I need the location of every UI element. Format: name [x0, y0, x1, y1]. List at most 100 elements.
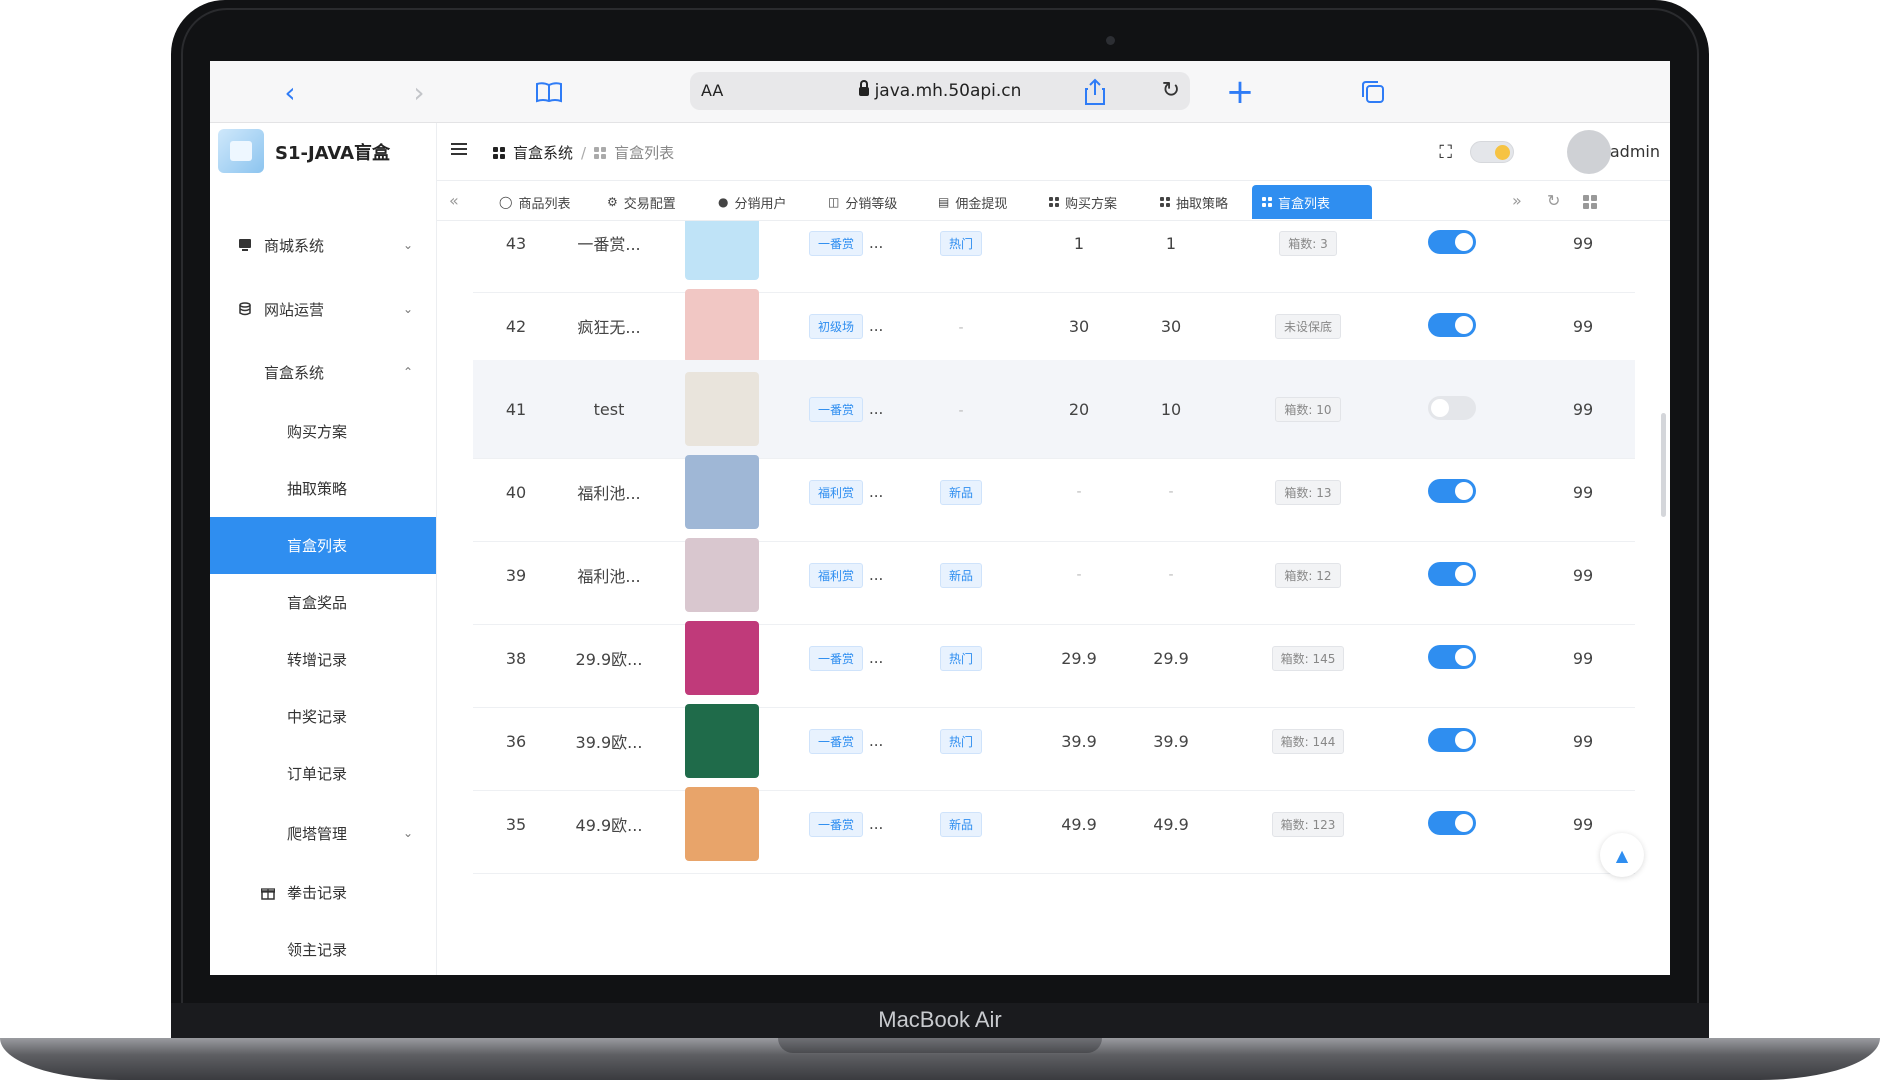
cell-id: 40 [505, 482, 527, 502]
sidebar-item-transfer-records[interactable]: 转增记录 [210, 631, 436, 688]
cell-price-2: 39.9 [1153, 731, 1189, 751]
status-switch[interactable] [1428, 313, 1478, 339]
scrollbar-thumb[interactable] [1661, 413, 1666, 517]
avatar[interactable] [1567, 130, 1611, 174]
tabs-scroll-right-icon[interactable]: » [1512, 191, 1522, 210]
product-image[interactable] [685, 221, 759, 280]
status-switch[interactable] [1428, 562, 1478, 588]
table-row[interactable]: 35 49.9欧... 一番赏... 新品 49.9 49.9 箱数: 123 99 [473, 775, 1635, 874]
tag-badge: 热门 [939, 728, 982, 754]
tab-product-list[interactable]: ◯ 商品列表 [489, 185, 580, 219]
product-image[interactable] [685, 538, 759, 612]
cell-price: - [1076, 484, 1082, 500]
tag-badge: 热门 [939, 645, 982, 671]
fullscreen-icon[interactable]: ⛶ [1439, 142, 1452, 163]
sidebar-item-mall[interactable]: 商城系统 ⌄ [210, 213, 436, 277]
sidebar-item-tower-management[interactable]: 爬塔管理 ⌄ [210, 802, 436, 864]
cell-sort: 99 [1572, 316, 1594, 336]
switch-track[interactable] [1428, 562, 1476, 586]
tab-distribution-users[interactable]: ● 分销用户 [708, 185, 797, 219]
switch-track[interactable] [1428, 396, 1476, 420]
breadcrumb-parent[interactable]: 盲盒系统 [513, 142, 573, 163]
sidebar-item-draw-strategy[interactable]: 抽取策略 [210, 460, 436, 517]
tabs-scroll-left-icon[interactable]: « [449, 191, 459, 210]
share-icon[interactable] [1080, 75, 1110, 109]
tab-label: 交易配置 [623, 196, 676, 212]
sidebar-item-boxing-records[interactable]: 拳击记录 [210, 864, 436, 921]
cell-box-count: 箱数: 145 [1263, 645, 1353, 671]
tab-trade-config[interactable]: ⚙ 交易配置 [597, 185, 686, 219]
address-bar[interactable]: AA java.mh.50api.cn ↻ [690, 72, 1190, 110]
cell-id: 35 [505, 814, 527, 834]
cell-price-2: 29.9 [1153, 648, 1189, 668]
refresh-icon[interactable]: ↻ [1547, 191, 1560, 210]
tag-badge: 新品 [939, 479, 982, 505]
sidebar-item-label: 盲盒系统 [264, 363, 325, 382]
cell-price-2: 30 [1160, 316, 1182, 336]
tab-distribution-levels[interactable]: ◫ 分销等级 [818, 185, 907, 219]
tab-purchase-plan[interactable]: 购买方案 [1039, 185, 1127, 219]
tab-commission-withdraw[interactable]: ▤ 佣金提现 [928, 185, 1017, 219]
more-ellipsis: ... [869, 566, 884, 584]
tab-draw-strategy[interactable]: 抽取策略 [1150, 185, 1238, 219]
more-ellipsis: ... [869, 732, 884, 750]
sidebar-item-blindbox-prizes[interactable]: 盲盒奖品 [210, 574, 436, 631]
sidebar-item-blindbox-list[interactable]: 盲盒列表 [210, 517, 436, 574]
sidebar-item-operations[interactable]: 网站运营 ⌄ [210, 277, 436, 341]
product-image[interactable] [685, 704, 759, 778]
new-tab-icon[interactable]: + [1225, 72, 1255, 112]
switch-track[interactable] [1428, 811, 1476, 835]
status-switch[interactable] [1428, 479, 1478, 505]
forward-icon[interactable]: › [407, 75, 431, 109]
empty-dash: - [958, 319, 964, 336]
grid-icon [238, 365, 252, 379]
product-image[interactable] [685, 455, 759, 529]
username[interactable]: admin [1610, 142, 1660, 161]
switch-track[interactable] [1428, 479, 1476, 503]
switch-track[interactable] [1428, 313, 1476, 337]
sidebar-item-order-records[interactable]: 订单记录 [210, 745, 436, 802]
status-switch[interactable] [1428, 811, 1478, 837]
more-ellipsis: ... [869, 483, 884, 501]
grid-icon [261, 710, 275, 724]
product-image[interactable] [685, 621, 759, 695]
menu-toggle-icon[interactable] [451, 143, 467, 157]
chevron-down-icon: ⌄ [402, 302, 413, 316]
cell-type: 福利赏... [809, 479, 919, 505]
status-switch[interactable] [1428, 645, 1478, 671]
reload-icon[interactable]: ↻ [1162, 78, 1180, 103]
sidebar-item-winning-records[interactable]: 中奖记录 [210, 688, 436, 745]
sidebar-item-label: 领主记录 [287, 941, 348, 959]
grid-icon [261, 482, 275, 496]
type-badge: 福利赏 [809, 562, 864, 588]
cell-id: 39 [505, 565, 527, 585]
product-image[interactable] [685, 289, 759, 363]
product-image[interactable] [685, 787, 759, 861]
status-switch[interactable] [1428, 728, 1478, 754]
tabs-overview-icon[interactable] [1358, 75, 1388, 109]
back-to-top-button[interactable]: ▲ [1600, 833, 1644, 877]
switch-track[interactable] [1428, 645, 1476, 669]
tab-blindbox-list[interactable]: 盲盒列表 [1252, 185, 1372, 219]
switch-track[interactable] [1428, 230, 1476, 254]
cell-sort: 99 [1572, 731, 1594, 751]
status-switch[interactable] [1428, 396, 1478, 422]
sidebar-item-blindbox-system[interactable]: 盲盒系统 ⌃ [210, 341, 436, 403]
tabs-menu-icon[interactable] [1583, 195, 1597, 209]
chevron-down-icon: ⌄ [402, 826, 413, 840]
sidebar-item-purchase-plan[interactable]: 购买方案 [210, 403, 436, 460]
breadcrumb: 盲盒系统 / 盲盒列表 [493, 142, 674, 163]
cell-price: 1 [1073, 233, 1085, 253]
bookmarks-icon[interactable] [532, 75, 566, 109]
sidebar-item-lord-records[interactable]: 领主记录 [210, 921, 436, 975]
cell-sort: 99 [1572, 648, 1594, 668]
product-image[interactable] [685, 372, 759, 446]
switch-track[interactable] [1428, 728, 1476, 752]
lock-icon [858, 80, 869, 96]
back-icon[interactable]: ‹ [278, 75, 302, 109]
status-switch[interactable] [1428, 230, 1478, 256]
theme-toggle[interactable] [1470, 141, 1514, 163]
grid-icon [261, 653, 275, 667]
cell-name: 29.9欧... [575, 650, 643, 669]
cell-price: 30 [1068, 316, 1090, 336]
